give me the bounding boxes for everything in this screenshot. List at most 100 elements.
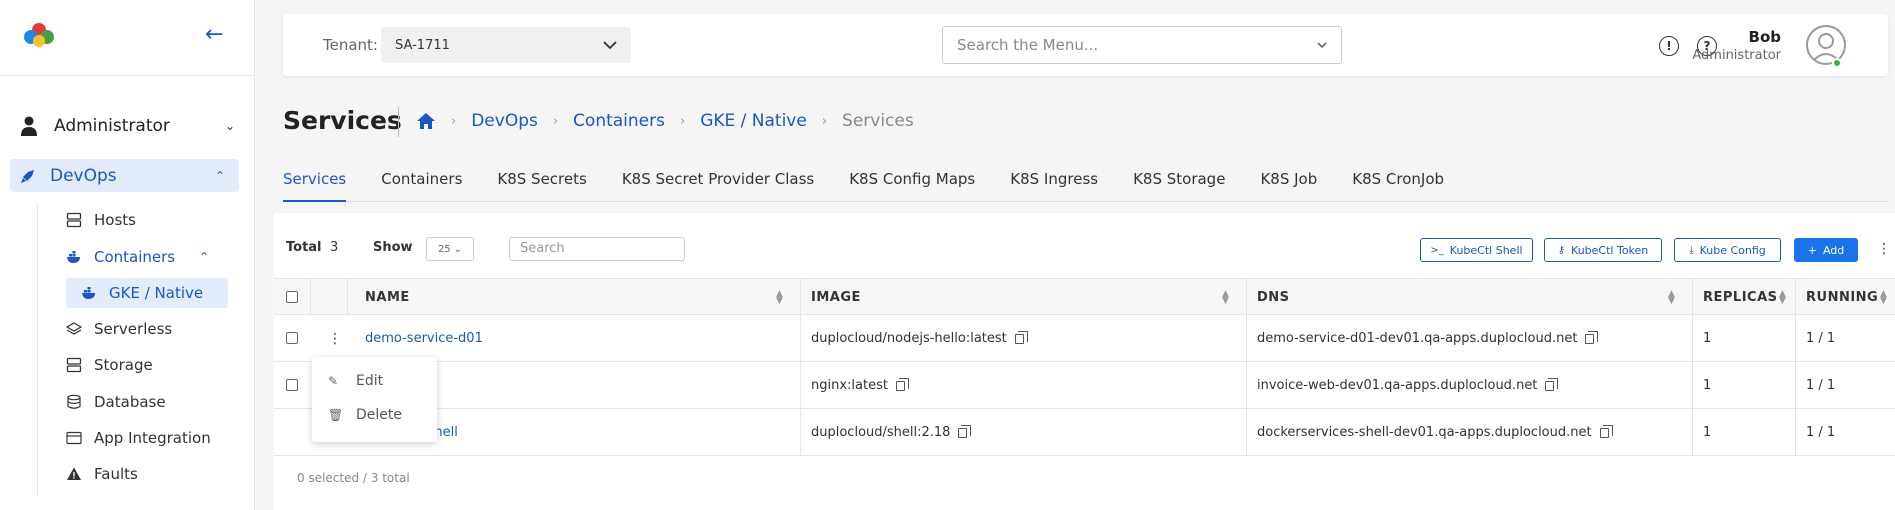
sidebar-item-faults[interactable]: Faults (66, 463, 138, 485)
alert-icon[interactable]: ! (1659, 36, 1679, 56)
copy-icon[interactable] (958, 424, 972, 438)
sort-icon[interactable]: ▲ ▼ (1880, 290, 1887, 306)
services-card: Total 3 Show 25 ⌄ Search >_ KubeCtl Shel… (274, 213, 1895, 510)
tab-containers[interactable]: Containers (381, 168, 462, 202)
duplocloud-logo[interactable] (20, 22, 58, 48)
running-value: 1 / 1 (1806, 378, 1836, 393)
column-header-running[interactable]: RUNNING (1806, 279, 1878, 316)
page-size-select[interactable]: 25 ⌄ (426, 237, 474, 261)
kubectl-shell-button[interactable]: >_ KubeCtl Shell (1420, 238, 1533, 262)
kubectl-token-label: KubeCtl Token (1571, 243, 1649, 257)
sidebar-item-devops[interactable]: DevOps ⌃ (10, 159, 239, 192)
sidebar-item-label: Hosts (94, 211, 136, 229)
sidebar-item-containers[interactable]: Containers ⌃ (66, 246, 209, 268)
dns-value: invoice-web-dev01.qa-apps.duplocloud.net (1257, 378, 1538, 393)
sidebar-item-label: Faults (94, 465, 138, 483)
kube-config-button[interactable]: ⤓ Kube Config (1674, 238, 1781, 262)
copy-icon[interactable] (1545, 377, 1559, 391)
tab-k8s-job[interactable]: K8S Job (1260, 168, 1317, 202)
table-row: ⋮ demo-service-d01 duplocloud/nodejs-hel… (274, 315, 1895, 362)
select-all-checkbox[interactable] (286, 291, 298, 303)
tree-line (37, 205, 38, 495)
tab-services[interactable]: Services (283, 168, 347, 202)
sidebar-item-label: Administrator (54, 116, 170, 136)
kubectl-token-button[interactable]: ⚷ KubeCtl Token (1544, 238, 1662, 262)
chevron-down-icon: ⌄ (224, 119, 235, 133)
sidebar-item-label: Containers (94, 248, 176, 266)
breadcrumb-gke-native[interactable]: GKE / Native (700, 111, 807, 131)
sidebar-item-app-integration[interactable]: App Integration (66, 427, 211, 449)
tab-k8s-secret-provider-class[interactable]: K8S Secret Provider Class (622, 168, 814, 202)
add-button[interactable]: + Add (1794, 238, 1858, 262)
online-status-dot (1832, 58, 1842, 68)
docker-icon (82, 287, 95, 299)
replicas-value: 1 (1703, 425, 1712, 440)
trash-icon: 🗑 (328, 408, 344, 422)
breadcrumb-separator: › (679, 113, 686, 129)
dns-cell: dockerservices-shell-dev01.qa-apps.duplo… (1257, 409, 1613, 456)
sort-icon[interactable]: ▲ ▼ (1779, 290, 1786, 306)
hosts-icon (66, 212, 82, 228)
show-label: Show (373, 240, 413, 255)
image-value: duplocloud/nodejs-hello:latest (811, 331, 1007, 346)
sort-icon[interactable]: ▲ ▼ (1668, 290, 1675, 306)
column-divider (1795, 279, 1796, 316)
add-label: Add (1822, 243, 1845, 257)
tab-k8s-ingress[interactable]: K8S Ingress (1010, 168, 1098, 202)
image-value: nginx:latest (811, 378, 888, 393)
column-divider (347, 279, 348, 316)
row-checkbox[interactable] (286, 332, 298, 344)
total-label: Total (286, 240, 322, 255)
sidebar-item-label: DevOps (50, 165, 117, 186)
column-header-name[interactable]: NAME (365, 279, 410, 316)
column-divider (310, 279, 311, 316)
delete-menu-item[interactable]: 🗑 Delete (328, 405, 402, 425)
table-search-input[interactable]: Search (509, 237, 685, 261)
row-context-menu: ✎ Edit 🗑 Delete (312, 357, 437, 442)
sidebar-item-gke-native[interactable]: GKE / Native (66, 278, 228, 308)
edit-menu-item[interactable]: ✎ Edit (328, 371, 383, 391)
tab-k8s-storage[interactable]: K8S Storage (1133, 168, 1225, 202)
column-header-replicas[interactable]: REPLICAS (1703, 279, 1778, 316)
menu-search-input[interactable]: Search the Menu... (942, 26, 1342, 64)
breadcrumb-devops[interactable]: DevOps (471, 111, 538, 131)
copy-icon[interactable] (1014, 330, 1028, 344)
tab-k8s-config-maps[interactable]: K8S Config Maps (849, 168, 975, 202)
tab-k8s-cronjob[interactable]: K8S CronJob (1352, 168, 1444, 202)
row-actions-icon[interactable]: ⋮ (328, 315, 342, 362)
more-options-icon[interactable]: ⋮ (1877, 241, 1891, 257)
top-bar: Tenant: SA-1711 Search the Menu... ! ? B… (283, 14, 1888, 76)
warning-icon (67, 467, 81, 480)
chevron-down-icon (603, 40, 617, 49)
column-header-image[interactable]: IMAGE (811, 279, 861, 316)
row-checkbox[interactable] (286, 379, 298, 391)
selection-summary: 0 selected / 3 total (297, 471, 410, 485)
tenant-label: Tenant: (323, 36, 378, 54)
column-divider (1795, 315, 1796, 362)
tab-k8s-secrets[interactable]: K8S Secrets (497, 168, 586, 202)
user-role: Administrator (1692, 48, 1781, 63)
sidebar-item-storage[interactable]: Storage (66, 354, 153, 376)
breadcrumb-containers[interactable]: Containers (573, 111, 665, 131)
copy-icon[interactable] (1599, 424, 1613, 438)
key-icon: ⚷ (1557, 244, 1566, 256)
home-icon[interactable] (416, 112, 436, 130)
service-name-link[interactable]: demo-service-d01 (365, 315, 483, 362)
column-divider (1692, 279, 1693, 316)
sort-icon[interactable]: ▲ ▼ (1222, 290, 1229, 306)
tenant-select[interactable]: SA-1711 (381, 27, 631, 63)
image-cell: duplocloud/shell:2.18 (811, 409, 972, 456)
sort-icon[interactable]: ▲ ▼ (776, 290, 783, 306)
column-header-dns[interactable]: DNS (1257, 279, 1290, 316)
sidebar-item-serverless[interactable]: Serverless (66, 318, 172, 340)
breadcrumb-separator: › (451, 113, 457, 129)
sidebar-item-database[interactable]: Database (66, 391, 166, 413)
terminal-icon: >_ (1430, 244, 1444, 256)
sidebar-divider (0, 75, 255, 76)
collapse-sidebar-icon[interactable]: ← (205, 24, 223, 46)
copy-icon[interactable] (1585, 330, 1599, 344)
copy-icon[interactable] (895, 377, 909, 391)
sidebar-item-hosts[interactable]: Hosts (66, 209, 136, 231)
sidebar-item-administrator[interactable]: Administrator ⌄ (20, 113, 235, 139)
table-row: nginx:latest invoice-web-dev01.qa-apps.d… (274, 362, 1895, 409)
